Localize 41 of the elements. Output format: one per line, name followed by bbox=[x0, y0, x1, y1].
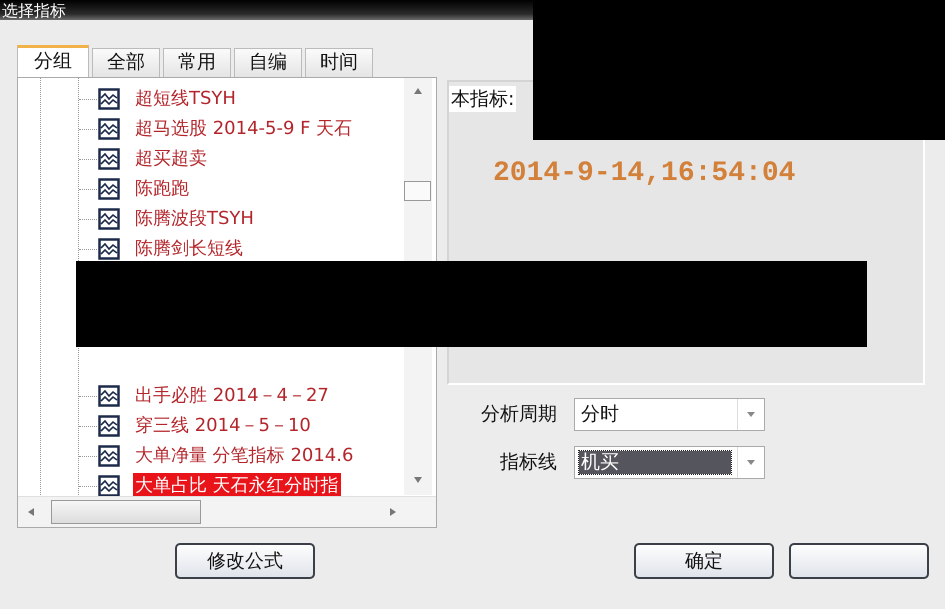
scroll-down-icon[interactable] bbox=[412, 475, 424, 485]
chart-icon bbox=[98, 415, 120, 437]
tab[interactable]: 分组 bbox=[17, 45, 89, 77]
horizontal-scrollbar[interactable] bbox=[18, 496, 436, 527]
chart-icon bbox=[98, 88, 120, 110]
tab[interactable]: 自编 bbox=[234, 48, 302, 77]
tab[interactable]: 全部 bbox=[92, 48, 160, 77]
scroll-thumb[interactable] bbox=[404, 181, 431, 201]
chart-icon bbox=[98, 385, 120, 407]
tab[interactable]: 时间 bbox=[305, 48, 373, 77]
panel-label: 本指标: bbox=[449, 86, 516, 112]
tree-item[interactable]: 超马选股 2014-5-9 F 天石 bbox=[133, 116, 354, 142]
tree-item[interactable]: 大单净量 分笔指标 2014.6 bbox=[133, 443, 356, 469]
scroll-right-icon[interactable] bbox=[388, 506, 398, 518]
cancel-button[interactable] bbox=[789, 543, 929, 579]
timestamp: 2014-9-14,16:54:04 bbox=[493, 158, 796, 189]
edit-button[interactable]: 修改公式 bbox=[175, 543, 315, 579]
dropdown-field[interactable]: 分时 bbox=[574, 398, 765, 430]
field-label: 分析周期 bbox=[480, 402, 558, 427]
field-label: 指标线 bbox=[499, 450, 558, 475]
scroll-up-icon[interactable] bbox=[412, 86, 424, 96]
chart-icon bbox=[98, 475, 120, 497]
dropdown-field[interactable]: 机买 bbox=[574, 446, 765, 478]
tree-item[interactable]: 陈跑跑 bbox=[133, 176, 191, 202]
scroll-thumb[interactable] bbox=[51, 500, 201, 524]
scroll-left-icon[interactable] bbox=[26, 506, 36, 518]
tree-item[interactable]: 穿三线 2014－5－10 bbox=[133, 413, 313, 439]
chart-icon bbox=[98, 178, 120, 200]
tree-item[interactable]: 超短线TSYH bbox=[133, 86, 238, 112]
ok-button[interactable]: 确定 bbox=[634, 543, 774, 579]
window-title: 选择指标 bbox=[1, 2, 66, 20]
chart-icon bbox=[98, 148, 120, 170]
chart-icon bbox=[98, 445, 120, 467]
chart-icon bbox=[98, 238, 120, 260]
chart-icon bbox=[98, 208, 120, 230]
tree-item[interactable]: 陈腾波段TSYH bbox=[133, 206, 256, 232]
tab[interactable]: 常用 bbox=[163, 48, 231, 77]
tree-item[interactable]: 超买超卖 bbox=[133, 146, 209, 172]
tree-item[interactable]: 陈腾剑长短线 bbox=[133, 236, 245, 262]
chart-icon bbox=[98, 118, 120, 140]
tree-item[interactable]: 出手必胜 2014－4－27 bbox=[133, 383, 331, 409]
